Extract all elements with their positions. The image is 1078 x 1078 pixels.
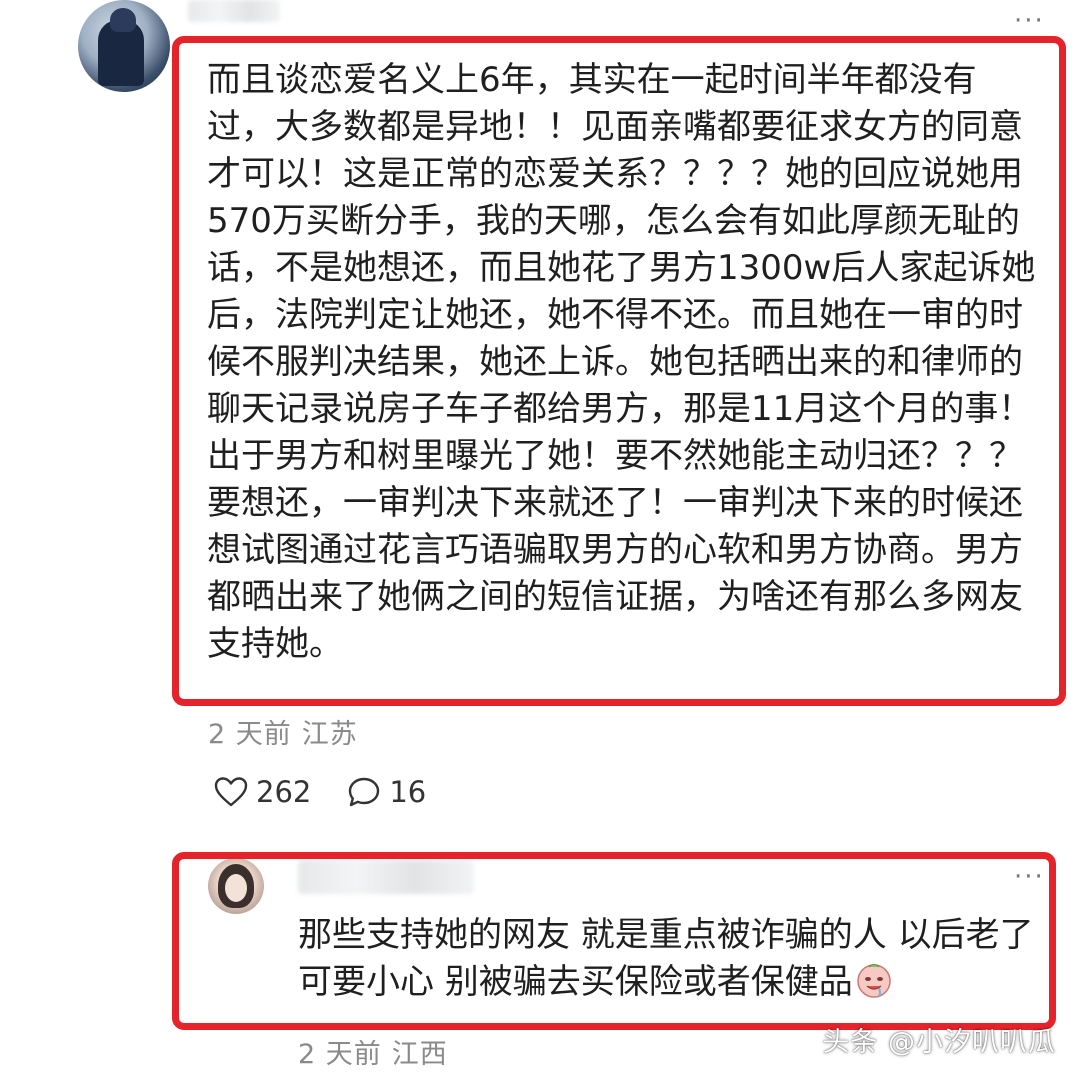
comment-line: 过，大多数都是异地！！见面亲嘴都要征求女方的同意 [207, 107, 1023, 147]
reply-line-text: 可要小心 别被骗去买保险或者保健品 [298, 962, 853, 1002]
comment-line: 出于男方和树里曝光了她！要不然她能主动归还？？？ [207, 436, 1023, 476]
watermark: 头条 @小汐叭叭瓜 [822, 1027, 1056, 1058]
comment-line: 要想还，一审判决下来就还了！一审判决下来的时候还 [207, 483, 1023, 523]
reply-line: 那些支持她的网友 就是重点被诈骗的人 以后老了 [298, 915, 1034, 955]
reply-count: 16 [389, 775, 427, 809]
like-count: 262 [256, 775, 312, 809]
comment-actions: 262 16 [214, 772, 462, 812]
comment-line: 聊天记录说房子车子都给男方，那是11月这个月的事！ [207, 389, 1033, 429]
reply-time: 2 天前 [298, 1039, 382, 1070]
comment-line: 570万买断分手，我的天哪，怎么会有如此厚颜无耻的 [207, 201, 1020, 241]
comment-meta: 2 天前 江苏 [208, 712, 368, 751]
comment-text: 而且谈恋爱名义上6年，其实在一起时间半年都没有 过，大多数都是异地！！见面亲嘴都… [207, 57, 1052, 668]
comment-line: 而且谈恋爱名义上6年，其实在一起时间半年都没有 [207, 60, 977, 100]
comment-time: 2 天前 [208, 719, 292, 750]
reply-line: 可要小心 别被骗去买保险或者保健品 [298, 959, 1050, 1006]
comment-line: 才可以！这是正常的恋爱关系？？？？她的回应说她用 [207, 154, 1023, 194]
comment-location: 江苏 [301, 719, 358, 750]
more-options-icon[interactable]: ··· [1014, 8, 1045, 34]
comment-line: 都晒出来了她俩之间的短信证据，为啥还有那么多网友 [207, 577, 1023, 617]
reply-button[interactable]: 16 [347, 775, 426, 809]
avatar-hat [110, 8, 136, 32]
blurred-username [188, 0, 280, 22]
drooling-face-emoji-icon [857, 964, 891, 998]
comment-line: 候不服判决结果，她还上诉。她包括晒出来的和律师的 [207, 342, 1023, 382]
avatar[interactable] [78, 0, 170, 92]
reply-meta: 2 天前 江西 [298, 1032, 458, 1071]
comment-line: 想试图通过花言巧语骗取男方的心软和男方协商。男方 [207, 530, 1023, 570]
comment-line: 支持她。 [207, 624, 343, 664]
reply-location: 江西 [391, 1039, 448, 1070]
heart-outline-icon [214, 777, 248, 807]
speech-bubble-icon [349, 777, 380, 807]
comment-line: 后，法院判定让她还，她不得不还。而且她在一审的时 [207, 295, 1023, 335]
reply-text: 那些支持她的网友 就是重点被诈骗的人 以后老了 可要小心 别被骗去买保险或者保健… [298, 912, 1050, 1006]
like-button[interactable]: 262 [214, 775, 311, 809]
comment-line: 话，不是她想还，而且她花了男方1300w后人家起诉她 [207, 248, 1036, 288]
